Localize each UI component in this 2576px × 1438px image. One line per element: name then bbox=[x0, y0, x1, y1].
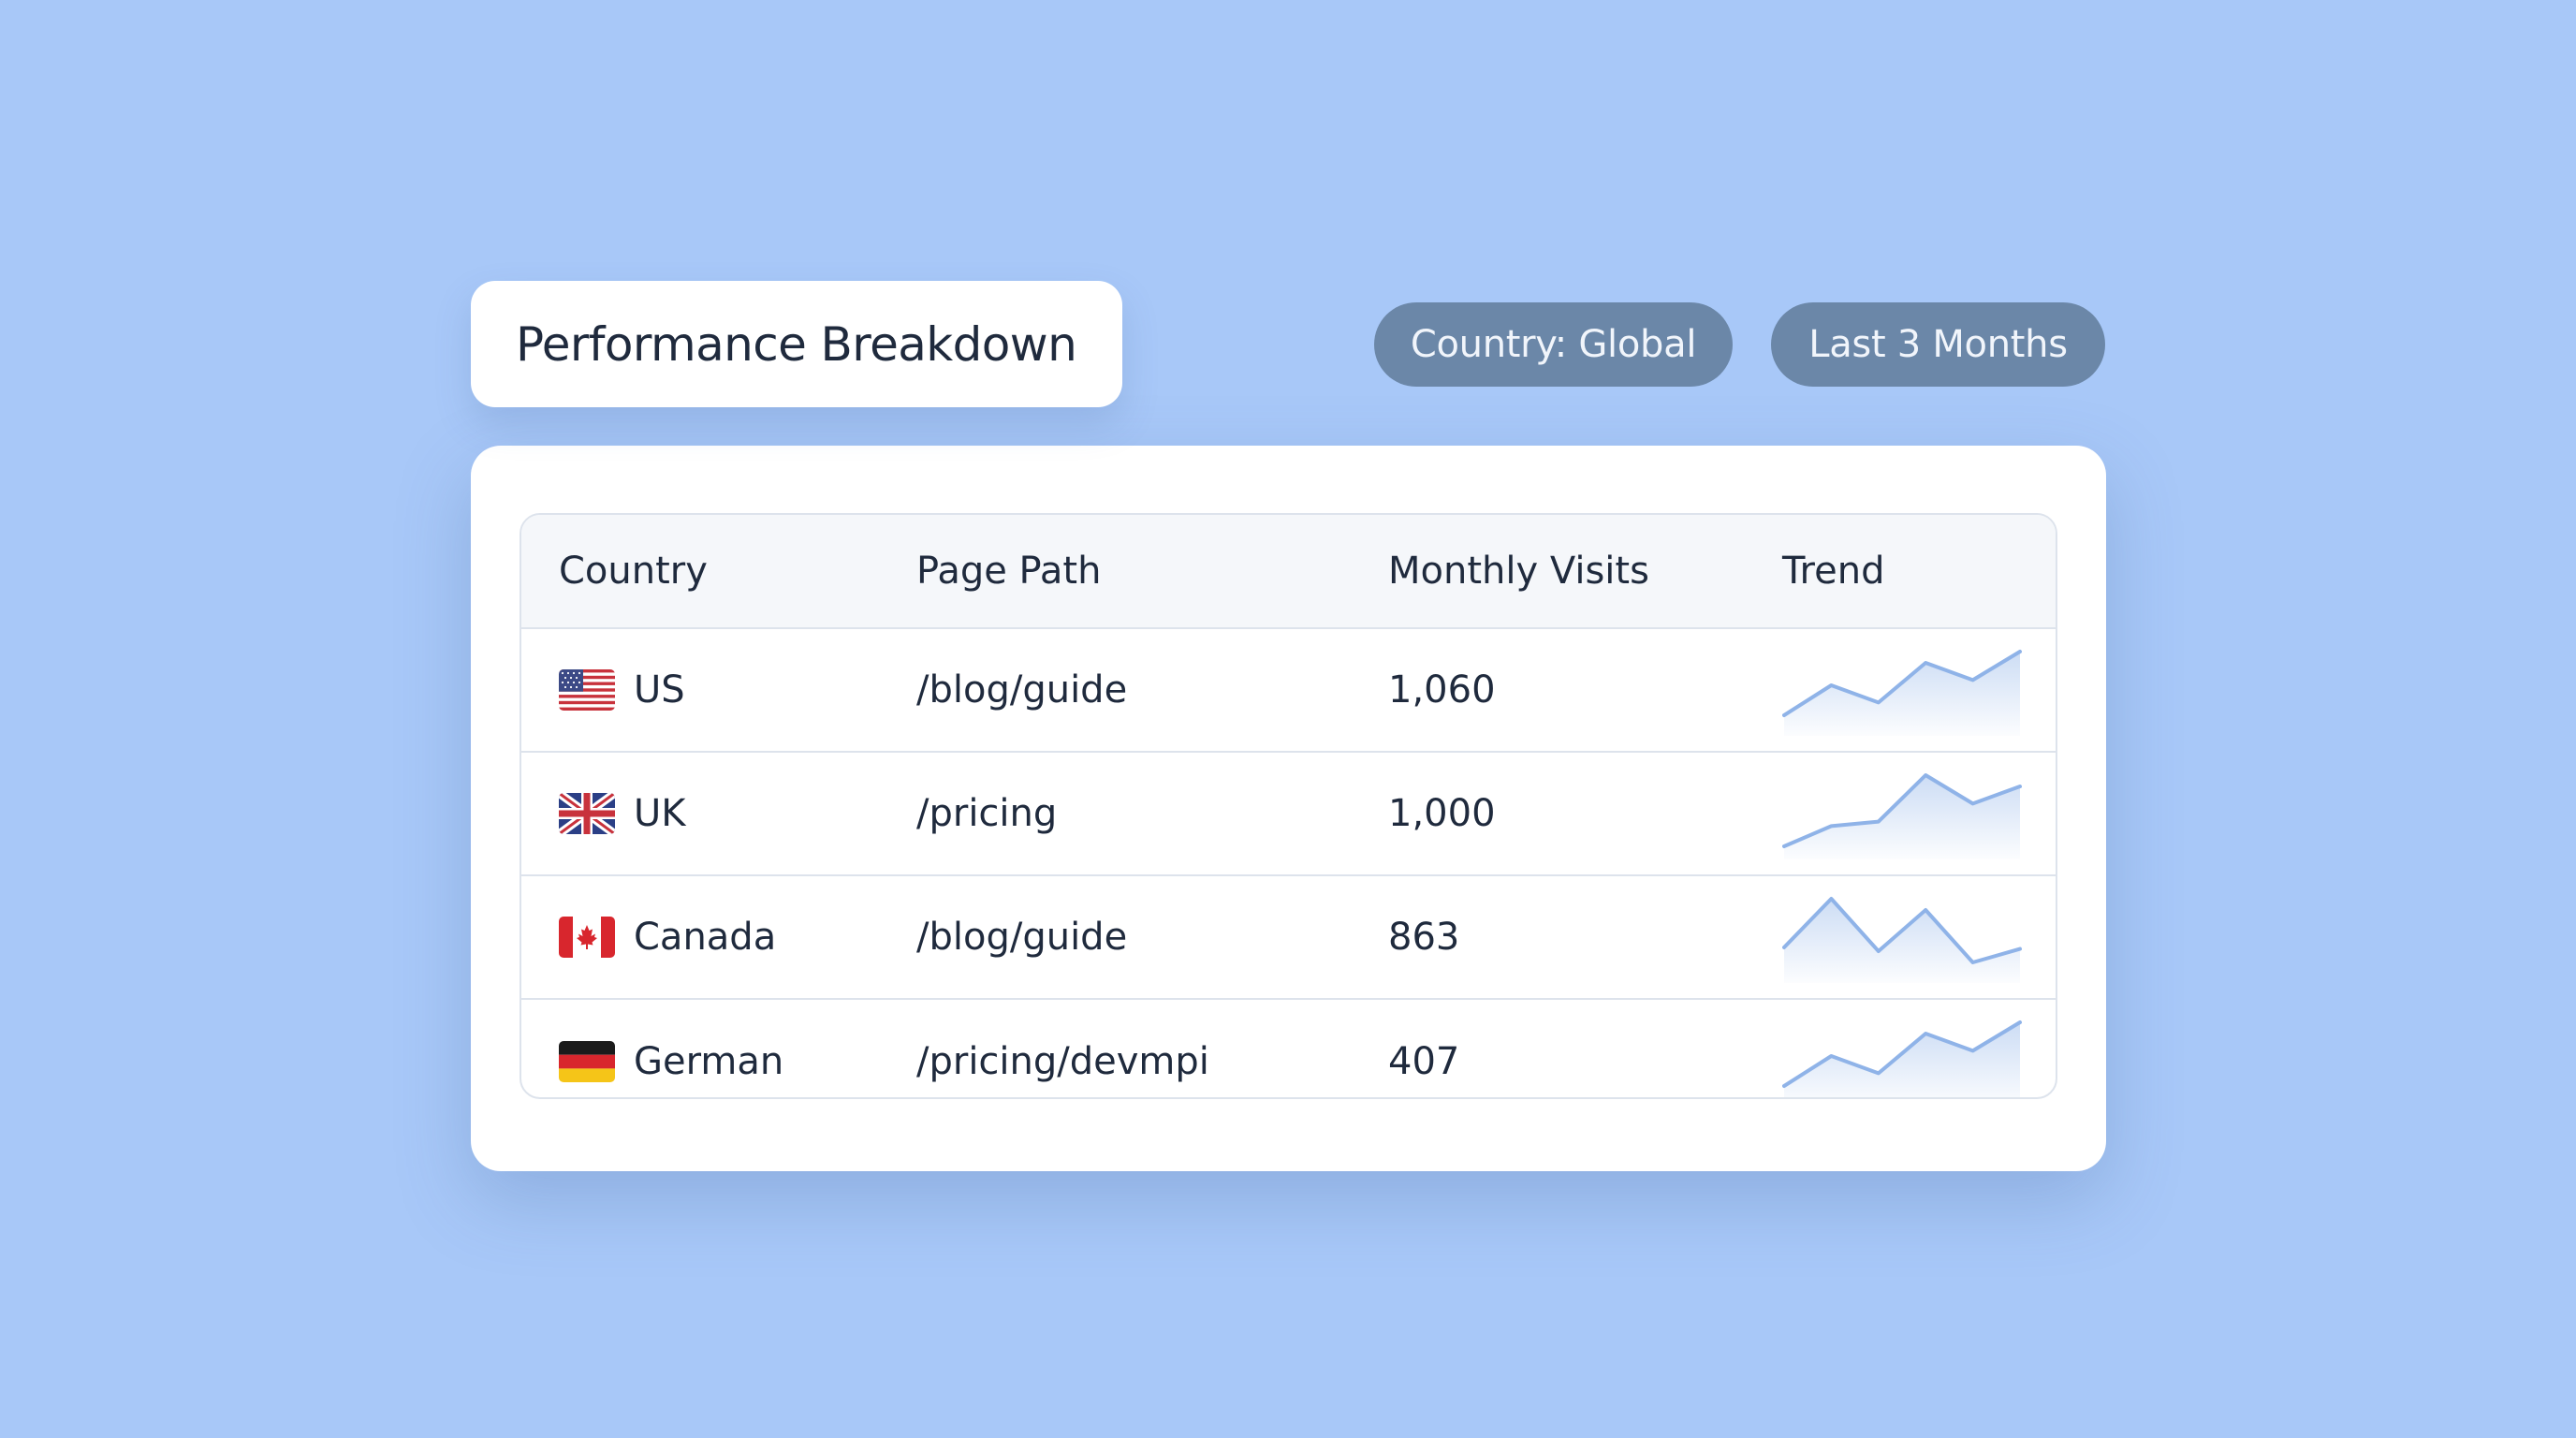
table-row[interactable]: German /pricing/devmpi 407 bbox=[521, 1000, 2056, 1097]
trend-sparkline-svg bbox=[1782, 650, 2022, 736]
trend-sparkline-svg bbox=[1782, 773, 2022, 859]
monthly-visits-cell: 407 bbox=[1388, 1040, 1460, 1083]
page-path-cell: /pricing/devmpi bbox=[916, 1040, 1209, 1083]
column-header-trend[interactable]: Trend bbox=[1782, 515, 1884, 627]
performance-table: Country Page Path Monthly Visits Trend U… bbox=[520, 513, 2057, 1099]
country-name: UK bbox=[634, 792, 686, 835]
country-name: US bbox=[634, 668, 685, 712]
breakdown-panel: Country Page Path Monthly Visits Trend U… bbox=[471, 446, 2106, 1171]
table-row[interactable]: US /blog/guide 1,060 bbox=[521, 629, 2056, 753]
us-flag-icon bbox=[559, 669, 615, 711]
trend-sparkline-svg bbox=[1782, 1020, 2022, 1097]
page-path-cell: /blog/guide bbox=[916, 916, 1128, 959]
trend-sparkline bbox=[1782, 893, 2022, 983]
page-title: Performance Breakdown bbox=[516, 316, 1077, 372]
page-path-cell: /blog/guide bbox=[916, 668, 1128, 712]
date-range-filter-pill[interactable]: Last 3 Months bbox=[1771, 302, 2105, 387]
trend-sparkline bbox=[1782, 770, 2022, 859]
column-header-country[interactable]: Country bbox=[559, 515, 708, 627]
country-name: Canada bbox=[634, 916, 777, 959]
table-row[interactable]: Canada /blog/guide 863 bbox=[521, 876, 2056, 1000]
trend-sparkline bbox=[1782, 646, 2022, 736]
monthly-visits-cell: 863 bbox=[1388, 916, 1460, 959]
country-cell: German bbox=[559, 1000, 784, 1097]
column-header-page-path[interactable]: Page Path bbox=[916, 515, 1101, 627]
germany-flag-icon bbox=[559, 1041, 615, 1082]
monthly-visits-cell: 1,000 bbox=[1388, 792, 1496, 835]
table-header: Country Page Path Monthly Visits Trend bbox=[521, 515, 2056, 629]
canada-flag-icon bbox=[559, 917, 615, 958]
column-header-monthly-visits[interactable]: Monthly Visits bbox=[1388, 515, 1649, 627]
table-row[interactable]: UK /pricing 1,000 bbox=[521, 753, 2056, 876]
trend-sparkline-svg bbox=[1782, 897, 2022, 983]
trend-sparkline bbox=[1782, 1017, 2022, 1097]
title-card: Performance Breakdown bbox=[471, 281, 1122, 407]
page-path-cell: /pricing bbox=[916, 792, 1058, 835]
monthly-visits-cell: 1,060 bbox=[1388, 668, 1496, 712]
uk-flag-icon bbox=[559, 793, 615, 834]
country-cell: Canada bbox=[559, 876, 776, 998]
country-cell: UK bbox=[559, 753, 686, 874]
sparkline-area bbox=[1784, 1022, 2020, 1097]
sparkline-area bbox=[1784, 775, 2020, 859]
country-cell: US bbox=[559, 629, 685, 751]
country-name: German bbox=[634, 1040, 784, 1083]
country-filter-pill[interactable]: Country: Global bbox=[1374, 302, 1733, 387]
